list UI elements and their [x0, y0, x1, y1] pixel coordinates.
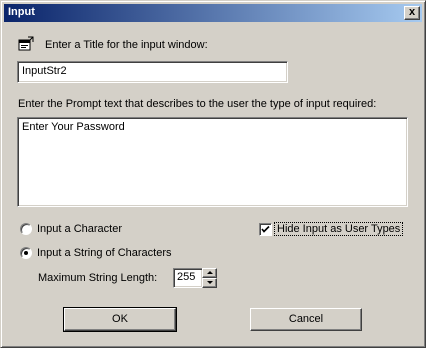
prompt-textarea[interactable]: Enter Your Password	[17, 117, 408, 207]
hide-input-checkbox[interactable]	[259, 223, 272, 236]
input-dialog: Input x Enter a Title for the input wind…	[0, 0, 426, 348]
prompt-label: Enter the Prompt text that describes to …	[18, 98, 377, 110]
radio-input-string-label: Input a String of Characters	[37, 247, 172, 259]
window-title: Input	[8, 6, 35, 18]
close-button[interactable]: x	[404, 6, 420, 20]
hide-input-label[interactable]: Hide Input as User Types	[274, 222, 404, 236]
cancel-button[interactable]: Cancel	[250, 308, 362, 331]
radio-input-string[interactable]	[20, 247, 32, 259]
title-input[interactable]: InputStr2	[17, 61, 288, 83]
spin-up-button[interactable]	[202, 268, 217, 278]
max-length-input[interactable]: 255	[173, 268, 203, 288]
title-bar[interactable]: Input x	[4, 4, 422, 22]
title-label: Enter a Title for the input window:	[45, 39, 208, 51]
radio-selected-dot	[24, 251, 28, 255]
arrow-down-icon	[207, 281, 213, 284]
spin-down-button[interactable]	[202, 278, 217, 288]
window-properties-icon	[18, 36, 34, 52]
checkmark-icon	[261, 225, 270, 233]
arrow-up-icon	[207, 271, 213, 274]
radio-input-character[interactable]	[20, 223, 32, 235]
radio-input-character-label: Input a Character	[37, 223, 122, 235]
ok-button[interactable]: OK	[63, 307, 177, 332]
max-length-label: Maximum String Length:	[38, 272, 158, 284]
close-icon: x	[408, 6, 416, 18]
